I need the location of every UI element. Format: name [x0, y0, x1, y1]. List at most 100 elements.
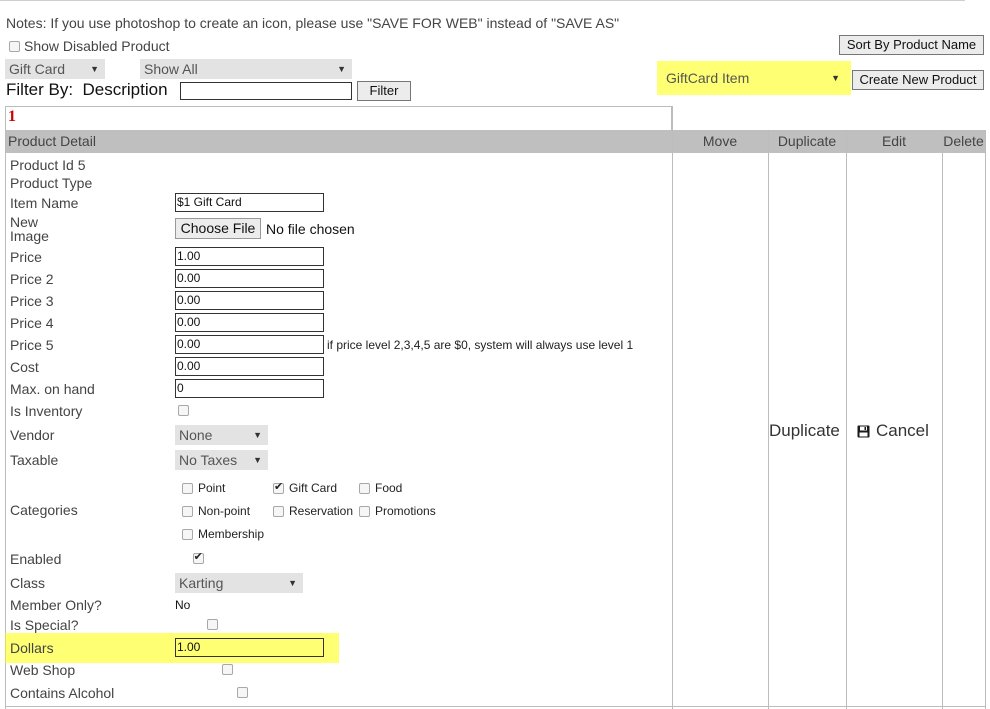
taxable-select[interactable]: No Taxes ▼ — [175, 450, 268, 470]
category-point-checkbox[interactable] — [182, 482, 193, 494]
filter-by-label: Filter By: Description — [6, 80, 168, 99]
show-all-select[interactable]: Show All ▼ — [140, 59, 352, 79]
vendor-value: None — [179, 427, 213, 443]
category-point-label: Point — [198, 481, 226, 495]
chevron-down-icon: ▼ — [253, 455, 262, 465]
category-food-label: Food — [375, 481, 403, 495]
web-shop-checkbox[interactable] — [221, 664, 233, 675]
taxable-value: No Taxes — [179, 452, 238, 468]
is-inventory-checkbox[interactable] — [178, 405, 189, 416]
member-only-value: No — [175, 598, 191, 612]
contains-alcohol-label: Contains Alcohol — [10, 685, 115, 701]
category-reservation[interactable]: Reservation — [273, 504, 353, 518]
price2-label: Price 2 — [10, 271, 54, 287]
column-divider — [985, 130, 986, 709]
price4-label: Price 4 — [10, 315, 54, 331]
no-file-chosen-text: No file chosen — [266, 221, 355, 237]
column-divider — [5, 130, 6, 709]
category-membership-label: Membership — [198, 527, 265, 541]
description-filter-input[interactable] — [180, 82, 352, 100]
choose-file-button[interactable]: Choose File — [175, 218, 261, 239]
chevron-down-icon: ▼ — [288, 578, 297, 588]
max-on-hand-label: Max. on hand — [10, 381, 95, 397]
show-all-value: Show All — [144, 61, 198, 77]
category-gift-card[interactable]: Gift Card — [273, 480, 338, 495]
category-food[interactable]: Food — [359, 481, 402, 495]
column-divider — [672, 106, 673, 709]
taxable-label: Taxable — [10, 452, 59, 468]
show-disabled-label: Show Disabled Product — [24, 38, 170, 54]
price-level-note: if price level 2,3,4,5 are $0, system wi… — [327, 338, 634, 352]
price4-input[interactable]: 0.00 — [175, 313, 324, 332]
price5-label: Price 5 — [10, 337, 54, 353]
sort-by-name-button[interactable]: Sort By Product Name — [839, 35, 984, 55]
page-number-box — [5, 106, 672, 130]
category-gift-card-checkbox[interactable] — [273, 480, 284, 494]
price-input[interactable]: 1.00 — [175, 247, 324, 266]
category-membership-checkbox[interactable] — [182, 528, 193, 540]
contains-alcohol-checkbox[interactable] — [236, 687, 248, 698]
header-move: Move — [702, 133, 738, 149]
show-disabled-row[interactable]: Show Disabled Product — [9, 38, 170, 54]
page-number[interactable]: 1 — [8, 108, 16, 126]
max-on-hand-input[interactable]: 0 — [175, 379, 324, 398]
is-inventory-label: Is Inventory — [10, 403, 83, 419]
chevron-down-icon: ▼ — [337, 64, 346, 74]
new-product-type-select[interactable]: GiftCard Item ▼ — [662, 68, 846, 88]
show-disabled-checkbox[interactable] — [9, 40, 20, 52]
item-name-label: Item Name — [10, 195, 79, 211]
category-food-checkbox[interactable] — [359, 482, 370, 494]
web-shop-label: Web Shop — [10, 662, 76, 678]
column-divider — [942, 130, 943, 709]
vendor-label: Vendor — [10, 427, 55, 443]
product-type-filter-value: Gift Card — [9, 61, 66, 77]
filter-button[interactable]: Filter — [357, 81, 411, 101]
cancel-link[interactable]: Cancel — [876, 421, 929, 441]
category-gift-card-label: Gift Card — [289, 481, 338, 495]
dollars-input[interactable]: 1.00 — [175, 638, 324, 657]
header-product-detail: Product Detail — [8, 133, 96, 149]
notes-text: Notes: If you use photoshop to create an… — [6, 15, 620, 31]
category-non-point-label: Non-point — [198, 504, 251, 518]
duplicate-link[interactable]: Duplicate — [769, 421, 840, 441]
category-point[interactable]: Point — [182, 481, 225, 495]
cost-input[interactable]: 0.00 — [175, 357, 324, 376]
category-promotions-label: Promotions — [375, 504, 436, 518]
table-bottom-border — [5, 706, 985, 707]
create-new-product-button[interactable]: Create New Product — [852, 70, 984, 90]
header-edit: Edit — [881, 133, 907, 149]
is-special-label: Is Special? — [10, 617, 79, 633]
column-divider — [768, 130, 769, 709]
product-id-label: Product Id 5 — [10, 157, 86, 173]
chevron-down-icon: ▼ — [253, 430, 262, 440]
floppy-disk-icon[interactable] — [857, 425, 870, 438]
class-value: Karting — [179, 575, 224, 591]
class-label: Class — [10, 575, 46, 591]
price3-label: Price 3 — [10, 293, 54, 309]
category-non-point[interactable]: Non-point — [182, 504, 250, 518]
product-type-label: Product Type — [10, 175, 93, 191]
cost-label: Cost — [10, 359, 39, 375]
price3-input[interactable]: 0.00 — [175, 291, 324, 310]
category-non-point-checkbox[interactable] — [182, 505, 193, 517]
item-name-input[interactable]: $1 Gift Card — [175, 193, 324, 212]
header-duplicate: Duplicate — [777, 133, 837, 149]
is-special-checkbox[interactable] — [207, 619, 219, 630]
category-reservation-checkbox[interactable] — [273, 505, 284, 517]
category-membership[interactable]: Membership — [182, 527, 264, 541]
new-image-label-line2: Image — [10, 228, 49, 244]
price2-input[interactable]: 0.00 — [175, 269, 324, 288]
member-only-label: Member Only? — [10, 597, 102, 613]
enabled-label: Enabled — [10, 551, 62, 567]
product-type-filter-select[interactable]: Gift Card ▼ — [5, 59, 105, 79]
price-label: Price — [10, 249, 42, 265]
vendor-select[interactable]: None ▼ — [175, 425, 268, 445]
enabled-checkbox[interactable] — [192, 550, 204, 564]
category-promotions-checkbox[interactable] — [359, 505, 370, 517]
price5-input[interactable]: 0.00 — [175, 335, 324, 354]
class-select[interactable]: Karting ▼ — [175, 573, 303, 593]
save-cancel-group: Cancel — [857, 421, 929, 441]
chevron-down-icon: ▼ — [831, 73, 840, 83]
chevron-down-icon: ▼ — [90, 64, 99, 74]
category-promotions[interactable]: Promotions — [359, 504, 436, 518]
